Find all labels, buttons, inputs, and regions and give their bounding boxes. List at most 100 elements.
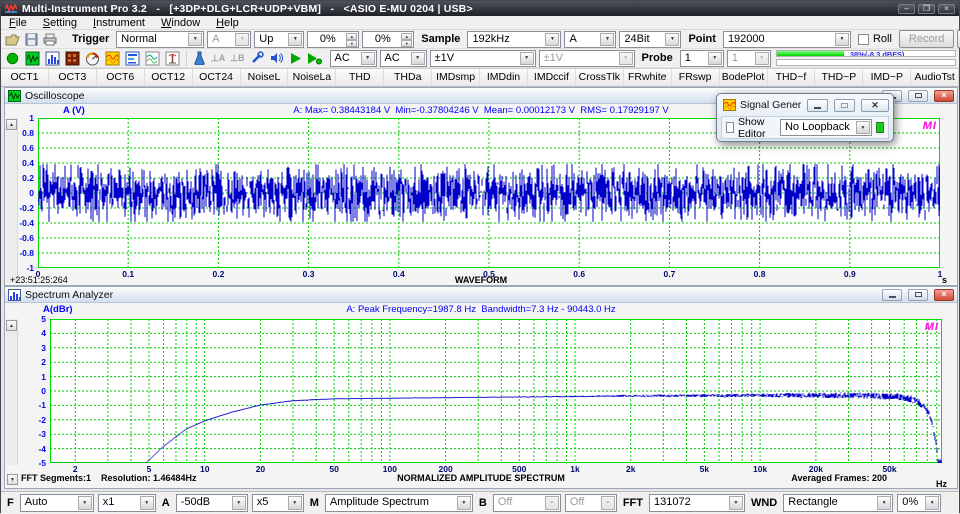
spectrum-analyzer-title-bar[interactable]: Spectrum Analyzer × [5,287,957,303]
loopback-select[interactable]: No Loopback▼ [780,119,872,136]
restore-icon[interactable] [908,90,928,102]
tab-noisela[interactable]: NoiseLa [288,69,336,86]
input-level-meter: 38%(-8.3 dBFS) [776,50,956,66]
restore-icon[interactable] [834,99,855,112]
mode-select[interactable]: Amplitude Spectrum▼ [325,494,473,512]
mdi-area: Oscilloscope × ▲ A (V) A: Max= 0.3844318… [1,87,959,491]
vibrometer-icon[interactable] [164,50,181,66]
trigger-edge-select[interactable]: Up▼ [254,31,304,48]
tab-thd[interactable]: THD [336,69,384,86]
tab-thda[interactable]: THDa [384,69,432,86]
play-icon[interactable] [288,50,303,66]
b-range-select: Off▼ [493,494,561,512]
range-b-select: ±1V▼ [539,50,635,67]
trigger-delay-spinner[interactable]: 0%▲▼ [362,31,414,48]
checkbox-icon [858,34,869,45]
speaker-icon[interactable] [268,50,285,66]
tab-frswp[interactable]: FRswp [672,69,720,86]
roll-checkbox[interactable]: Roll [854,33,896,45]
sample-channel-select[interactable]: A▼ [564,31,616,48]
close-icon[interactable]: ✕ [861,99,889,112]
chevron-down-icon: ▼ [755,52,769,65]
chevron-down-icon: ▼ [520,52,534,65]
print-icon[interactable] [42,31,58,47]
derived-data-icon[interactable] [144,50,161,66]
tab-crosstlk[interactable]: CrossTlk [576,69,624,86]
calibration-flask-icon[interactable] [192,50,207,66]
gauge-icon[interactable] [84,50,101,66]
tab-imd~p[interactable]: IMD~P [863,69,911,86]
tab-noisel[interactable]: NoiseL [241,69,289,86]
spectrum-plot[interactable]: MI [50,319,942,463]
tab-oct24[interactable]: OCT24 [193,69,241,86]
coupling-a-select[interactable]: AC▼ [330,50,377,67]
menu-file[interactable]: File [1,16,35,30]
a-mult-select[interactable]: x5▼ [252,494,304,512]
range-a-select[interactable]: ±1V▼ [430,50,536,67]
tab-audiotst[interactable]: AudioTst [911,69,959,86]
oscilloscope-icon[interactable] [24,50,41,66]
menu-instrument[interactable]: Instrument [85,16,153,30]
open-file-icon[interactable] [4,31,21,47]
spin-up-icon: ▲ [401,33,412,40]
menu-setting[interactable]: Setting [35,16,85,30]
trigger-level-spinner[interactable]: 0%▲▼ [307,31,359,48]
tick-label: 0 [29,188,34,198]
freq-mult-select[interactable]: x1▼ [98,494,156,512]
tab-imdsmp[interactable]: IMDsmp [432,69,480,86]
level-bar-b [776,59,956,66]
record-length-select[interactable]: 192000▼ [723,31,851,48]
tab-oct6[interactable]: OCT6 [97,69,145,86]
tab-oct1[interactable]: OCT1 [1,69,49,86]
tick-label: 1 [29,113,34,123]
chevron-down-icon: ▼ [235,33,249,46]
chevron-down-icon: ▼ [600,33,614,46]
probe-a-select[interactable]: 1▼ [680,50,724,67]
overlap-select[interactable]: 0%▼ [897,494,941,512]
device-test-plan-icon[interactable] [124,50,141,66]
window-function-select[interactable]: Rectangle▼ [783,494,893,512]
tab-imdccif[interactable]: IMDccif [528,69,576,86]
spectrum-y-ticks: 543210-1-2-3-4-5 [5,319,48,463]
tick-label: -1 [38,400,46,410]
maximize-icon[interactable]: ❒ [918,4,935,14]
tab-oct3[interactable]: OCT3 [49,69,97,86]
restore-icon[interactable] [908,289,928,301]
tab-imddin[interactable]: IMDdin [480,69,528,86]
signal-generator-title-bar[interactable]: Signal Generator-AS... ✕ [717,94,893,114]
signal-generator-icon[interactable] [104,50,121,66]
coupling-b-select[interactable]: AC▼ [380,50,427,67]
sample-rate-select[interactable]: 192kHz▼ [467,31,561,48]
a-range-select[interactable]: -50dB▼ [176,494,248,512]
minimize-icon[interactable] [882,289,902,301]
spectrum-analyzer-icon[interactable] [44,50,61,66]
sound-card-tool-icon[interactable] [249,50,265,66]
close-icon[interactable]: × [934,90,954,102]
bit-depth-select[interactable]: 24Bit▼ [619,31,681,48]
minimize-icon[interactable] [807,99,828,112]
fft-size-select[interactable]: 131072▼ [649,494,745,512]
tab-frwhite[interactable]: FRwhite [624,69,672,86]
save-icon[interactable] [24,31,39,47]
menu-window[interactable]: Window [153,16,208,30]
chevron-down-icon: ▼ [288,33,302,46]
signal-generator-window-title: Signal Generator-AS... [740,99,801,111]
run-indicator-icon[interactable] [4,50,21,66]
tab-bodeplot[interactable]: BodePlot [720,69,768,86]
toolbar-acquisition: Trigger Normal▼ A▼ Up▼ 0%▲▼ 0%▲▼ Sample … [1,30,959,49]
chevron-down-icon: ▼ [665,33,679,46]
tab-thd~f[interactable]: THD~f [768,69,816,86]
multimeter-icon[interactable] [64,50,81,66]
show-editor-checkbox[interactable] [726,122,734,133]
minimize-icon[interactable]: – [898,4,915,14]
trigger-mode-select[interactable]: Normal▼ [116,31,204,48]
tick-label: -0.6 [19,233,34,243]
spectrum-averaged-frames: Averaged Frames: 200 [791,473,887,483]
close-icon[interactable]: × [938,4,955,14]
play-loop-icon[interactable] [306,50,323,66]
freq-axis-select[interactable]: Auto▼ [20,494,94,512]
tab-thd~p[interactable]: THD~P [815,69,863,86]
tab-oct12[interactable]: OCT12 [145,69,193,86]
close-icon[interactable]: × [934,289,954,301]
menu-help[interactable]: Help [208,16,247,30]
